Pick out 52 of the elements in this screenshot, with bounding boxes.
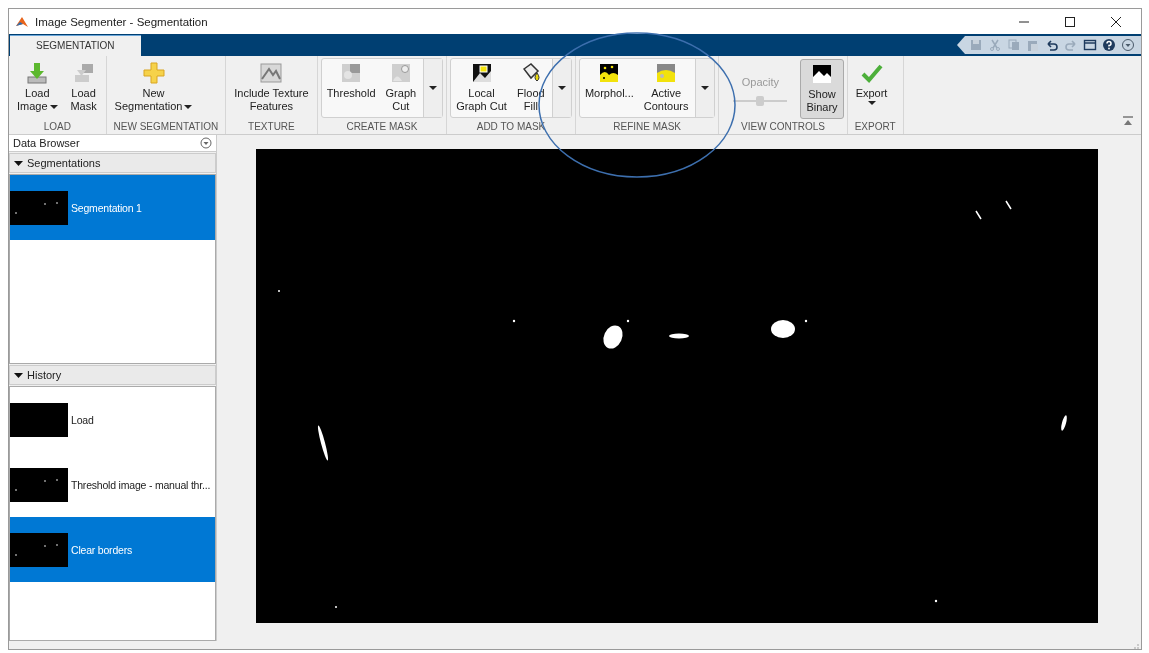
list-item[interactable]: Load bbox=[10, 387, 215, 452]
window-title: Image Segmenter - Segmentation bbox=[35, 15, 208, 28]
toolstrip-button[interactable]: New Segmentation bbox=[109, 59, 198, 119]
section-header[interactable]: History bbox=[9, 365, 216, 385]
toolstrip-button[interactable]: Local Graph Cut bbox=[451, 59, 512, 117]
list-item[interactable]: Clear borders bbox=[10, 517, 215, 582]
list-item[interactable]: Threshold image - manual thr... bbox=[10, 452, 215, 517]
group-label: REFINE MASK bbox=[612, 120, 683, 134]
toolstrip-button[interactable]: Show Binary bbox=[800, 59, 844, 119]
close-icon[interactable] bbox=[1109, 14, 1123, 29]
group-label: NEW SEGMENTATION bbox=[112, 120, 220, 134]
section-header[interactable]: Segmentations bbox=[9, 153, 216, 173]
toolstrip-button[interactable]: Export bbox=[850, 59, 893, 119]
list-item[interactable]: Segmentation 1 bbox=[10, 175, 215, 240]
resize-grip-icon[interactable] bbox=[1131, 641, 1139, 649]
dropdown-icon[interactable] bbox=[200, 137, 212, 149]
copy-icon[interactable] bbox=[1007, 38, 1021, 52]
opacity-label: Opacity bbox=[741, 76, 780, 88]
undo-icon[interactable] bbox=[1045, 38, 1059, 52]
group-label: EXPORT bbox=[853, 120, 897, 134]
save-icon[interactable] bbox=[969, 38, 983, 52]
caret-icon bbox=[557, 85, 566, 91]
group-label: CREATE MASK bbox=[345, 120, 419, 134]
group-label: LOAD bbox=[42, 120, 72, 134]
panel-title: Data Browser bbox=[13, 137, 80, 149]
caret-icon bbox=[701, 85, 710, 91]
layout-icon[interactable] bbox=[1083, 38, 1097, 52]
maximize-icon[interactable] bbox=[1063, 14, 1077, 29]
texture-icon bbox=[259, 61, 284, 85]
gallery-dropdown-button[interactable] bbox=[551, 59, 571, 117]
collapse-icon[interactable] bbox=[1123, 116, 1133, 126]
group-label: TEXTURE bbox=[247, 120, 296, 134]
download-arrow-icon bbox=[25, 61, 50, 85]
toolstrip-button[interactable]: Active Contours bbox=[638, 59, 694, 117]
toolstrip-button[interactable]: Graph Cut bbox=[380, 59, 422, 117]
paste-icon[interactable] bbox=[1026, 38, 1040, 52]
gallery-dropdown-button[interactable] bbox=[695, 59, 715, 117]
expanded-triangle-icon bbox=[14, 159, 23, 167]
plus-icon bbox=[141, 61, 166, 85]
tab[interactable]: SEGMENTATION bbox=[10, 35, 141, 56]
toolstrip-button[interactable]: Load Mask bbox=[64, 59, 103, 119]
toolstrip-button[interactable]: Threshold bbox=[321, 59, 381, 117]
toolstrip-button[interactable]: Load Image bbox=[12, 59, 63, 119]
cut-icon[interactable] bbox=[988, 38, 1002, 52]
group-label: VIEW CONTROLS bbox=[740, 120, 826, 134]
redo-icon[interactable] bbox=[1064, 38, 1078, 52]
expanded-triangle-icon bbox=[14, 371, 23, 379]
caret-icon bbox=[429, 85, 438, 91]
help-icon[interactable] bbox=[1102, 38, 1116, 52]
expand-icon[interactable] bbox=[1121, 38, 1135, 52]
toolstrip-button[interactable]: Include Texture Features bbox=[229, 59, 314, 119]
toolstrip-button[interactable]: Morphol... bbox=[579, 59, 639, 117]
